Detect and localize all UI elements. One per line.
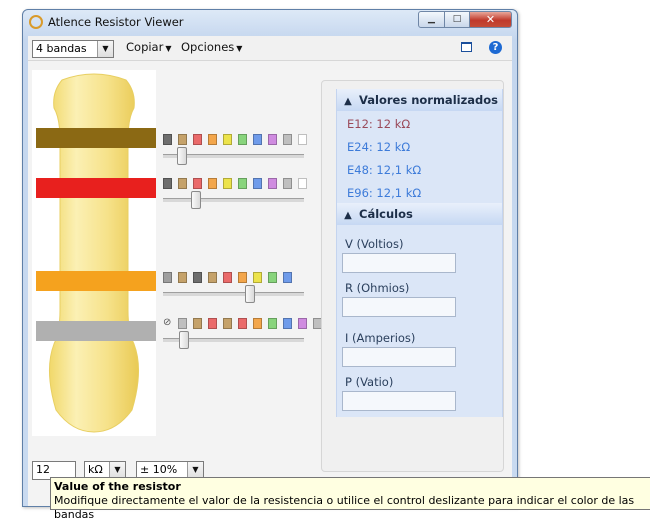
power-label: P (Vatio) [345, 375, 394, 389]
app-window: Atlence Resistor Viewer ▁ □ ✕ 4 bandas ▼… [22, 9, 518, 507]
resistance-label: R (Ohmios) [345, 281, 410, 295]
e24-value[interactable]: E24: 12 kΩ [347, 140, 410, 154]
color-swatch[interactable] [283, 318, 292, 329]
unit-value: kΩ [88, 463, 103, 476]
color-swatch[interactable] [283, 178, 292, 189]
color-swatch[interactable] [223, 318, 232, 329]
window-title: Atlence Resistor Viewer [48, 15, 184, 29]
voltage-field[interactable] [342, 253, 456, 273]
resistance-value-text: 12 [36, 463, 50, 476]
color-swatch[interactable] [208, 272, 217, 283]
results-panel: ▲ Valores normalizados E12: 12 kΩ E24: 12… [321, 80, 504, 472]
options-menu[interactable]: Opciones ▼ [181, 40, 242, 54]
color-swatch[interactable] [163, 178, 172, 189]
band-2-slider-track[interactable] [163, 198, 304, 202]
maximize-button[interactable]: □ [444, 11, 470, 28]
tooltip-text: Modifique directamente el valor de la re… [54, 494, 635, 521]
tooltip-title: Value of the resistor [54, 480, 181, 493]
color-swatch[interactable] [268, 134, 277, 145]
color-swatch[interactable] [268, 178, 277, 189]
band-count-value: 4 bandas [36, 42, 87, 55]
copy-menu-label: Copiar [126, 40, 164, 54]
color-swatch[interactable] [298, 178, 307, 189]
color-swatch[interactable] [223, 134, 232, 145]
band-2-slider-thumb[interactable] [191, 191, 201, 209]
color-swatch[interactable] [178, 178, 187, 189]
e48-value[interactable]: E48: 12,1 kΩ [347, 163, 421, 177]
color-swatch[interactable] [268, 318, 277, 329]
band-1-slider-thumb[interactable] [177, 147, 187, 165]
color-swatch[interactable] [238, 318, 247, 329]
options-menu-label: Opciones [181, 40, 235, 54]
color-swatch[interactable] [178, 318, 187, 329]
band-3-slider-track[interactable] [163, 292, 304, 296]
color-swatch[interactable] [163, 134, 172, 145]
color-swatch[interactable] [253, 178, 262, 189]
band-count-select[interactable]: 4 bandas ▼ [32, 40, 114, 58]
window-icon[interactable] [461, 42, 472, 52]
voltage-label: V (Voltios) [345, 237, 404, 251]
band-1 [36, 128, 156, 148]
normalized-values-group: ▲ Valores normalizados E12: 12 kΩ E24: 12… [336, 89, 503, 207]
help-icon[interactable]: ? [489, 41, 502, 54]
caret-down-icon: ▼ [165, 44, 172, 53]
calculations-group: ▲ Cálculos V (Voltios) R (Ohmios) I (Ampe… [336, 203, 503, 417]
caret-down-icon: ▼ [236, 44, 243, 53]
e12-value[interactable]: E12: 12 kΩ [347, 117, 410, 131]
chevron-up-icon[interactable]: ▲ [337, 205, 359, 227]
e96-value[interactable]: E96: 12,1 kΩ [347, 186, 421, 200]
toolbar: 4 bandas ▼ Copiar ▼ Opciones ▼ ? [28, 36, 512, 61]
resistor-preview [32, 70, 156, 436]
power-field[interactable] [342, 391, 456, 411]
resistor-body [36, 73, 156, 433]
color-swatch[interactable] [193, 178, 202, 189]
band-3 [36, 271, 156, 291]
calculations-header[interactable]: ▲ Cálculos [337, 203, 502, 225]
color-swatch[interactable] [238, 178, 247, 189]
normalized-values-title: Valores normalizados [359, 93, 499, 107]
color-swatch[interactable] [163, 272, 172, 283]
color-swatch[interactable] [193, 318, 202, 329]
client-area: 4 bandas ▼ Copiar ▼ Opciones ▼ ? ⊘ ▲ Val… [28, 36, 512, 506]
current-label: I (Amperios) [345, 331, 416, 345]
copy-menu[interactable]: Copiar ▼ [126, 40, 172, 54]
chevron-down-icon[interactable]: ▼ [97, 41, 113, 57]
band-2 [36, 178, 156, 198]
no-color-icon[interactable]: ⊘ [163, 317, 171, 328]
color-swatch[interactable] [193, 272, 202, 283]
color-swatch[interactable] [178, 272, 187, 283]
color-swatch[interactable] [253, 272, 262, 283]
color-swatch[interactable] [268, 272, 277, 283]
title-bar[interactable]: Atlence Resistor Viewer ▁ □ ✕ [23, 10, 517, 34]
normalized-values-header[interactable]: ▲ Valores normalizados [337, 89, 502, 111]
color-swatch[interactable] [283, 272, 292, 283]
color-swatch[interactable] [298, 134, 307, 145]
minimize-button[interactable]: ▁ [418, 11, 445, 28]
color-swatch[interactable] [253, 134, 262, 145]
chevron-up-icon[interactable]: ▲ [337, 91, 359, 113]
current-field[interactable] [342, 347, 456, 367]
color-swatch[interactable] [238, 272, 247, 283]
color-swatch[interactable] [178, 134, 187, 145]
color-swatch[interactable] [238, 134, 247, 145]
color-swatch[interactable] [208, 134, 217, 145]
color-swatch[interactable] [283, 134, 292, 145]
color-swatch[interactable] [223, 178, 232, 189]
band-4 [36, 321, 156, 341]
color-swatch[interactable] [208, 318, 217, 329]
band-3-slider-thumb[interactable] [245, 285, 255, 303]
band-4-slider-thumb[interactable] [179, 331, 189, 349]
tolerance-value: ± 10% [140, 463, 178, 476]
resistance-field[interactable] [342, 297, 456, 317]
close-button[interactable]: ✕ [469, 11, 512, 28]
color-swatch[interactable] [253, 318, 262, 329]
color-swatch[interactable] [208, 178, 217, 189]
tooltip: Value of the resistor Modifique directam… [50, 477, 650, 521]
calculations-title: Cálculos [359, 207, 413, 221]
color-swatch[interactable] [193, 134, 202, 145]
color-swatch[interactable] [223, 272, 232, 283]
color-swatch[interactable] [298, 318, 307, 329]
app-icon [29, 15, 43, 29]
